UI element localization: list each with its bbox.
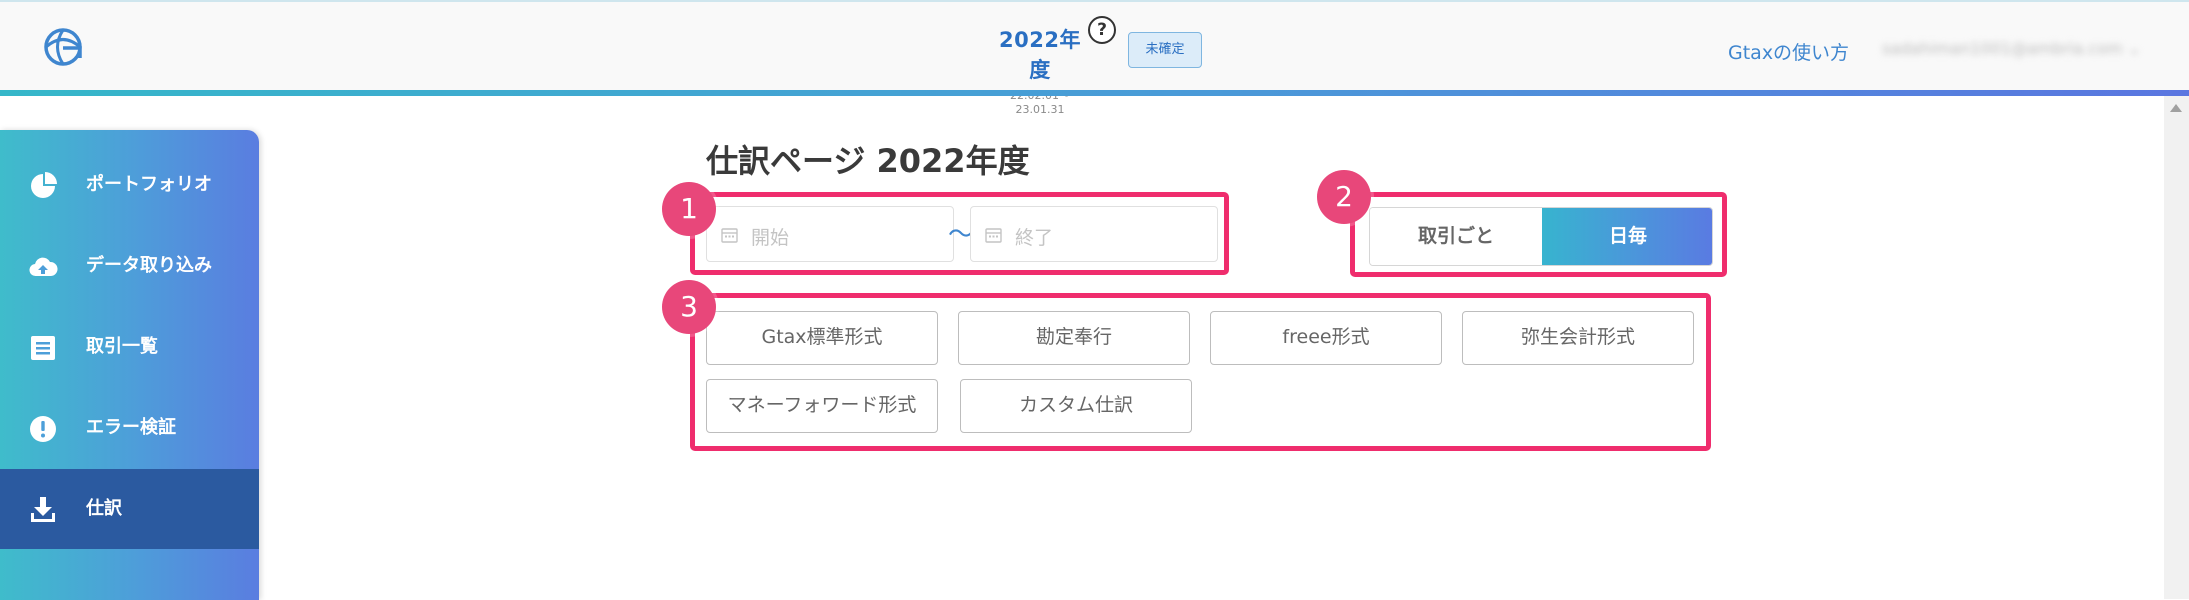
- list-document-icon: [31, 336, 55, 360]
- sidebar-item-label: ポートフォリオ: [86, 174, 212, 195]
- fiscal-year-title: 2022年度: [999, 28, 1081, 82]
- sidebar-item-label: データ取り込み: [86, 255, 212, 276]
- sidebar-item-transactions[interactable]: 取引一覧: [0, 307, 259, 387]
- help-link[interactable]: Gtaxの使い方: [1728, 38, 1849, 65]
- pie-chart-icon: [31, 172, 57, 198]
- alert-circle-icon: [30, 416, 56, 442]
- sidebar-item-data-import[interactable]: データ取り込み: [0, 226, 259, 306]
- cloud-upload-icon: [29, 257, 58, 277]
- status-badge: 未確定: [1128, 32, 1202, 68]
- header-gradient-bar: [0, 90, 2189, 96]
- callout-number-1: 1: [662, 182, 716, 236]
- chevron-down-icon: ⌄: [2127, 39, 2142, 58]
- callout-box-2: [1350, 192, 1727, 277]
- sidebar-item-label: 取引一覧: [86, 336, 158, 357]
- sidebar-item-label: 仕訳: [86, 498, 122, 519]
- sidebar-item-error-check[interactable]: エラー検証: [0, 388, 259, 468]
- sidebar: ポートフォリオ データ取り込み 取引一覧 エラー検証 仕訳: [0, 130, 259, 600]
- account-email: sadahiman1001@ambria.com: [1882, 39, 2123, 58]
- callout-number-3: 3: [662, 280, 716, 334]
- scroll-up-arrow-icon[interactable]: [2170, 104, 2182, 112]
- page-scrollbar[interactable]: [2164, 96, 2189, 599]
- sidebar-item-label: エラー検証: [86, 417, 176, 438]
- question-circle-icon[interactable]: ?: [1088, 16, 1116, 44]
- sidebar-item-journal[interactable]: 仕訳: [0, 469, 259, 549]
- account-menu[interactable]: sadahiman1001@ambria.com ⌄: [1882, 39, 2142, 61]
- fiscal-year-selector[interactable]: 2022年度 22.02.01〜23.01.31: [990, 24, 1090, 116]
- sidebar-item-portfolio[interactable]: ポートフォリオ: [0, 145, 259, 225]
- callout-box-1: [690, 192, 1229, 275]
- callout-number-2: 2: [1317, 170, 1371, 224]
- top-header: 2022年度 22.02.01〜23.01.31 ? 未確定 Gtaxの使い方 …: [0, 0, 2189, 116]
- page-title: 仕訳ページ 2022年度: [706, 142, 1030, 180]
- download-icon: [31, 497, 55, 522]
- gtax-logo-icon[interactable]: [40, 24, 86, 70]
- callout-box-3: [690, 293, 1711, 451]
